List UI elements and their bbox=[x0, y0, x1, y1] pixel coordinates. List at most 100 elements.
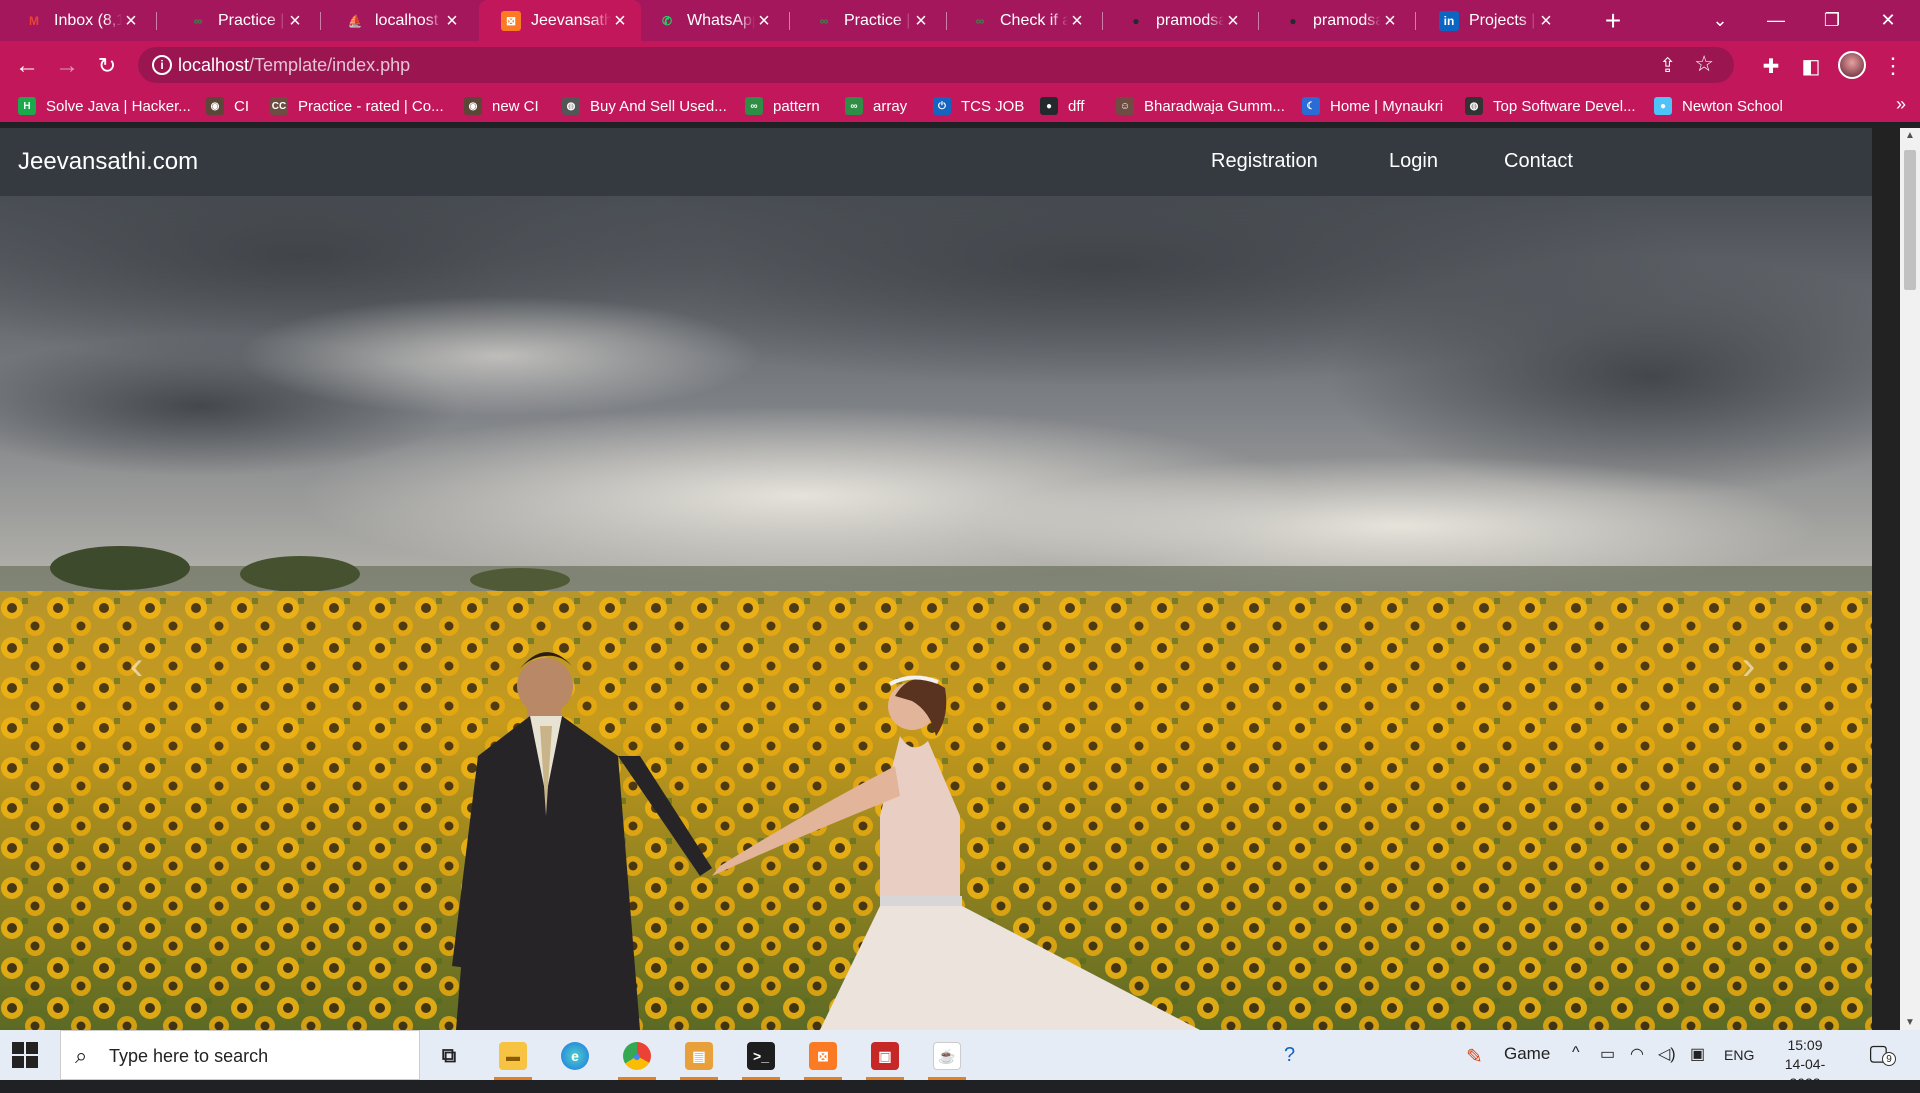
bookmark-label: dff bbox=[1068, 97, 1085, 115]
volume-icon[interactable]: ◁) bbox=[1658, 1044, 1676, 1064]
browser-tab[interactable]: in Projects | P× bbox=[1417, 0, 1567, 41]
bookmark-label: Solve Java | Hacker... bbox=[46, 97, 191, 115]
nav-registration-link[interactable]: Registration bbox=[1211, 150, 1318, 173]
edge-browser-icon[interactable]: e bbox=[552, 1036, 598, 1076]
tab-separator bbox=[946, 12, 947, 30]
site-brand[interactable]: Jeevansathi.com bbox=[18, 148, 198, 176]
address-bar[interactable]: i localhost/Template/index.php ⇪ ☆ bbox=[138, 47, 1734, 83]
minimize-icon[interactable]: — bbox=[1748, 0, 1804, 41]
carousel-next-chevron-icon[interactable]: › bbox=[1742, 644, 1755, 689]
bookmark-item[interactable]: H Solve Java | Hacker... bbox=[18, 94, 191, 118]
bookmark-item[interactable]: ◍ Buy And Sell Used... bbox=[562, 94, 727, 118]
extensions-puzzle-icon[interactable]: ✚ bbox=[1756, 51, 1786, 81]
tab-separator bbox=[789, 12, 790, 30]
bookmark-label: Practice - rated | Co... bbox=[298, 97, 444, 115]
browser-tab[interactable]: ⊠ Jeevansathi × bbox=[479, 0, 641, 41]
side-panel-icon[interactable]: ◧ bbox=[1796, 51, 1826, 81]
close-tab-icon[interactable]: × bbox=[912, 11, 930, 31]
taskbar-search-box[interactable]: ⌕ Type here to search bbox=[60, 1030, 420, 1080]
url-path: /Template/index.php bbox=[249, 55, 411, 75]
github-icon: ● bbox=[1289, 13, 1297, 28]
bookmark-item[interactable]: ◍ Top Software Devel... bbox=[1465, 94, 1636, 118]
battery-icon[interactable]: ▭ bbox=[1600, 1044, 1615, 1064]
bookmark-label: Newton School bbox=[1682, 97, 1783, 115]
restore-icon[interactable]: ❐ bbox=[1804, 0, 1860, 41]
bookmark-item[interactable]: ● Newton School bbox=[1654, 94, 1783, 118]
close-tab-icon[interactable]: × bbox=[1381, 11, 1399, 31]
help-icon[interactable]: ? bbox=[1284, 1044, 1295, 1067]
close-window-icon[interactable]: ✕ bbox=[1860, 0, 1916, 41]
close-tab-icon[interactable]: × bbox=[1068, 11, 1086, 31]
media-app-icon[interactable]: ▣ bbox=[862, 1036, 908, 1080]
terminal-icon[interactable]: >_ bbox=[738, 1036, 784, 1080]
bookmark-item[interactable]: ● dff bbox=[1040, 94, 1084, 118]
bookmarks-overflow-chevron-icon[interactable]: » bbox=[1896, 94, 1906, 115]
clock[interactable]: 15:09 14-04-2023 bbox=[1770, 1036, 1840, 1093]
close-tab-icon[interactable]: × bbox=[443, 11, 461, 31]
forward-arrow-icon[interactable]: → bbox=[50, 49, 84, 83]
file-explorer-icon[interactable]: ▬ bbox=[490, 1036, 536, 1080]
scroll-down-arrow-icon[interactable]: ▼ bbox=[1900, 1017, 1920, 1028]
bookmark-item[interactable]: ⏻ TCS JOB bbox=[933, 94, 1024, 118]
browser-tab[interactable]: ∞ Practice | G× bbox=[166, 0, 316, 41]
nav-contact-link[interactable]: Contact bbox=[1504, 150, 1573, 173]
bookmark-label: Buy And Sell Used... bbox=[590, 97, 727, 115]
bookmark-item[interactable]: ◉ new CI bbox=[464, 94, 539, 118]
close-tab-icon[interactable]: × bbox=[122, 11, 140, 31]
close-tab-icon[interactable]: × bbox=[611, 11, 629, 31]
profile-avatar[interactable] bbox=[1838, 51, 1866, 79]
share-icon[interactable]: ⇪ bbox=[1659, 53, 1676, 78]
nav-login-link[interactable]: Login bbox=[1389, 150, 1438, 173]
site-info-icon[interactable]: i bbox=[152, 55, 172, 75]
game-bar-icon[interactable]: ✎ bbox=[1466, 1044, 1483, 1069]
bookmark-star-icon[interactable]: ☆ bbox=[1694, 51, 1714, 77]
page-scrollbar[interactable]: ▲ ▼ bbox=[1900, 128, 1920, 1030]
plus-icon[interactable]: + bbox=[1598, 5, 1628, 37]
url-host: localhost bbox=[178, 55, 250, 75]
xampp-icon[interactable]: ⊠ bbox=[800, 1036, 846, 1080]
windows-start-icon[interactable] bbox=[12, 1042, 38, 1068]
close-tab-icon[interactable]: × bbox=[1224, 11, 1242, 31]
chrome-menu-icon[interactable]: ⋮ bbox=[1878, 51, 1908, 81]
notification-center-icon[interactable]: ▢ 9 bbox=[1868, 1040, 1896, 1066]
bookmark-item[interactable]: ∞ array bbox=[845, 94, 907, 118]
display-icon[interactable]: ▣ bbox=[1690, 1044, 1705, 1064]
bookmark-label: Top Software Devel... bbox=[1493, 97, 1636, 115]
url-text[interactable]: localhost/Template/index.php bbox=[178, 55, 410, 76]
close-tab-icon[interactable]: × bbox=[755, 11, 773, 31]
browser-tab[interactable]: ∞ Practice | G× bbox=[792, 0, 942, 41]
java-icon[interactable]: ☕ bbox=[924, 1036, 970, 1080]
notification-count: 9 bbox=[1882, 1052, 1896, 1066]
task-view-icon[interactable]: ⧉ bbox=[426, 1036, 472, 1076]
search-icon: ⌕ bbox=[75, 1043, 88, 1068]
browser-tab[interactable]: ∞ Check if arr× bbox=[948, 0, 1098, 41]
tab-search-chevron-icon[interactable]: ⌄ bbox=[1692, 0, 1748, 41]
scroll-up-arrow-icon[interactable]: ▲ bbox=[1900, 130, 1920, 141]
close-tab-icon[interactable]: × bbox=[286, 11, 304, 31]
browser-tab[interactable]: M Inbox (8,11× bbox=[2, 0, 152, 41]
browser-tab[interactable]: ✆ WhatsApp × bbox=[635, 0, 785, 41]
browser-tab[interactable]: ● pramodsair× bbox=[1261, 0, 1411, 41]
bookmark-label: TCS JOB bbox=[961, 97, 1025, 115]
bookmark-item[interactable]: ☺ Bharadwaja Gumm... bbox=[1116, 94, 1285, 118]
carousel-prev-chevron-icon[interactable]: ‹ bbox=[130, 644, 143, 689]
bookmark-item[interactable]: ☾ Home | Mynaukri bbox=[1302, 94, 1443, 118]
wifi-icon[interactable]: ◠ bbox=[1630, 1044, 1644, 1064]
bookmark-item[interactable]: ∞ pattern bbox=[745, 94, 820, 118]
codechef-cc-icon: CC bbox=[270, 97, 288, 115]
codechef-icon: ◉ bbox=[206, 97, 224, 115]
linkedin-icon: in bbox=[1439, 10, 1459, 31]
chrome-browser-icon[interactable]: ● bbox=[614, 1036, 660, 1080]
close-tab-icon[interactable]: × bbox=[1537, 11, 1555, 31]
browser-tab[interactable]: ⛵ localhost / × bbox=[323, 0, 473, 41]
tray-overflow-chevron-icon[interactable]: ^ bbox=[1572, 1044, 1580, 1062]
back-arrow-icon[interactable]: ← bbox=[10, 49, 44, 83]
scrollbar-thumb[interactable] bbox=[1904, 150, 1916, 290]
notepad-app-icon[interactable]: ▤ bbox=[676, 1036, 722, 1080]
game-label[interactable]: Game bbox=[1504, 1044, 1550, 1064]
reload-icon[interactable]: ↻ bbox=[90, 49, 124, 83]
language-indicator[interactable]: ENG bbox=[1724, 1047, 1754, 1063]
bookmark-item[interactable]: CC Practice - rated | Co... bbox=[270, 94, 444, 118]
browser-tab[interactable]: ● pramodsair× bbox=[1104, 0, 1254, 41]
bookmark-item[interactable]: ◉ CI bbox=[206, 94, 249, 118]
